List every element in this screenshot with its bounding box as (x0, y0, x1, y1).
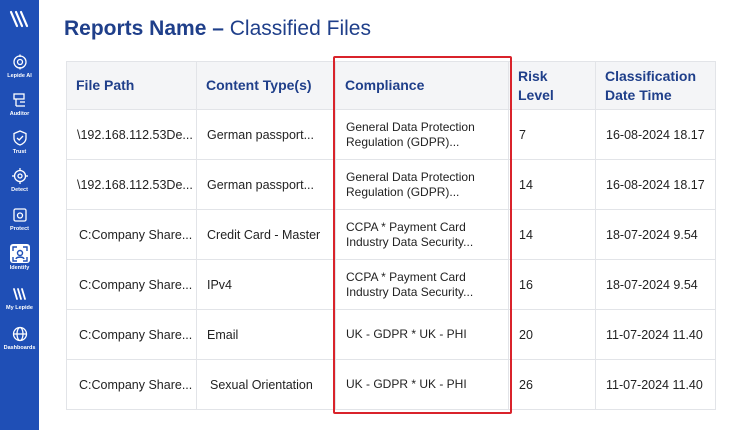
cell-content-type: Sexual Orientation (196, 359, 336, 410)
brain-icon (12, 54, 27, 69)
sidebar-item-label: Trust (12, 149, 27, 155)
cell-file-path: C:Company Share... (66, 259, 197, 310)
sidebar-item-trust[interactable]: Trust (0, 128, 39, 166)
column-header-content-types[interactable]: Content Type(s) (196, 61, 336, 110)
cell-classification-date: 11-07-2024 11.40 (595, 359, 716, 410)
cell-risk-level: 26 (508, 359, 596, 410)
cell-classification-date: 16-08-2024 18.17 (595, 109, 716, 160)
table-row[interactable]: C:Company Share... IPv4 CCPA * Payment C… (66, 259, 716, 310)
cell-content-type: IPv4 (196, 259, 336, 310)
sidebar-item-lepide-ai[interactable]: Lepide AI (0, 52, 39, 90)
classified-files-table: File Path Content Type(s) Compliance Ris… (66, 61, 716, 410)
cell-compliance: UK - GDPR * UK - PHI (335, 309, 509, 360)
lepide-logo-icon[interactable] (8, 8, 30, 30)
sidebar-item-my-lepide[interactable]: My Lepide (0, 284, 39, 322)
cell-file-path: \192.168.112.53De... (66, 109, 197, 160)
sidebar-item-label: Protect (10, 226, 29, 232)
sidebar-item-identify[interactable]: Identify (0, 244, 39, 282)
page-title-light: Classified Files (229, 17, 371, 40)
sidebar-item-detect[interactable]: Detect (0, 166, 39, 204)
cell-classification-date: 11-07-2024 11.40 (595, 309, 716, 360)
identify-icon (11, 245, 28, 262)
page-title-separator: – (206, 17, 230, 40)
my-lepide-icon (12, 287, 26, 300)
cell-classification-date: 18-07-2024 9.54 (595, 209, 716, 260)
column-header-compliance[interactable]: Compliance (335, 61, 509, 110)
column-header-file-path[interactable]: File Path (66, 61, 197, 110)
cell-file-path: C:Company Share... (66, 359, 197, 410)
cell-file-path: \192.168.112.53De... (66, 159, 197, 210)
sidebar: Lepide AI Auditor Trust Detect Protect I… (0, 0, 39, 430)
table-row[interactable]: \192.168.112.53De... German passport... … (66, 159, 716, 210)
table-row[interactable]: C:Company Share... Email UK - GDPR * UK … (66, 309, 716, 360)
cell-risk-level: 16 (508, 259, 596, 310)
cell-file-path: C:Company Share... (66, 209, 197, 260)
table-row[interactable]: C:Company Share... Credit Card - Master … (66, 209, 716, 260)
sidebar-item-label: Detect (11, 187, 28, 193)
cell-content-type: German passport... (196, 159, 336, 210)
table-header-row: File Path Content Type(s) Compliance Ris… (66, 61, 716, 110)
page-title: Reports Name – Classified Files (64, 17, 371, 41)
auditor-icon (12, 92, 25, 107)
cell-compliance: UK - GDPR * UK - PHI (335, 359, 509, 410)
cell-compliance: General Data Protection Regulation (GDPR… (335, 109, 509, 160)
cell-classification-date: 18-07-2024 9.54 (595, 259, 716, 310)
globe-icon (12, 326, 27, 341)
sidebar-item-label: Lepide AI (7, 73, 32, 79)
sidebar-item-label: Dashboards (3, 345, 36, 351)
sidebar-item-label: Auditor (9, 111, 30, 117)
sidebar-item-protect[interactable]: Protect (0, 205, 39, 243)
crosshair-icon (11, 167, 28, 184)
cell-risk-level: 20 (508, 309, 596, 360)
page-title-bold: Reports Name (64, 17, 207, 40)
sidebar-item-label: My Lepide (6, 305, 33, 311)
cell-risk-level: 14 (508, 209, 596, 260)
sidebar-item-dashboards[interactable]: Dashboards (0, 324, 39, 362)
cell-file-path: C:Company Share... (66, 309, 197, 360)
column-header-risk-level[interactable]: Risk Level (508, 61, 596, 110)
protect-icon (12, 207, 27, 222)
column-header-classification-date-time[interactable]: Classification Date Time (595, 61, 716, 110)
cell-compliance: CCPA * Payment Card Industry Data Securi… (335, 259, 509, 310)
cell-compliance: General Data Protection Regulation (GDPR… (335, 159, 509, 210)
cell-content-type: Email (196, 309, 336, 360)
shield-check-icon (12, 129, 27, 146)
table-row[interactable]: C:Company Share... Sexual Orientation UK… (66, 359, 716, 410)
cell-risk-level: 14 (508, 159, 596, 210)
sidebar-item-label: Identify (9, 265, 30, 271)
table-row[interactable]: \192.168.112.53De... German passport... … (66, 109, 716, 160)
cell-content-type: Credit Card - Master (196, 209, 336, 260)
sidebar-item-auditor[interactable]: Auditor (0, 90, 39, 128)
cell-classification-date: 16-08-2024 18.17 (595, 159, 716, 210)
cell-content-type: German passport... (196, 109, 336, 160)
cell-compliance: CCPA * Payment Card Industry Data Securi… (335, 209, 509, 260)
cell-risk-level: 7 (508, 109, 596, 160)
